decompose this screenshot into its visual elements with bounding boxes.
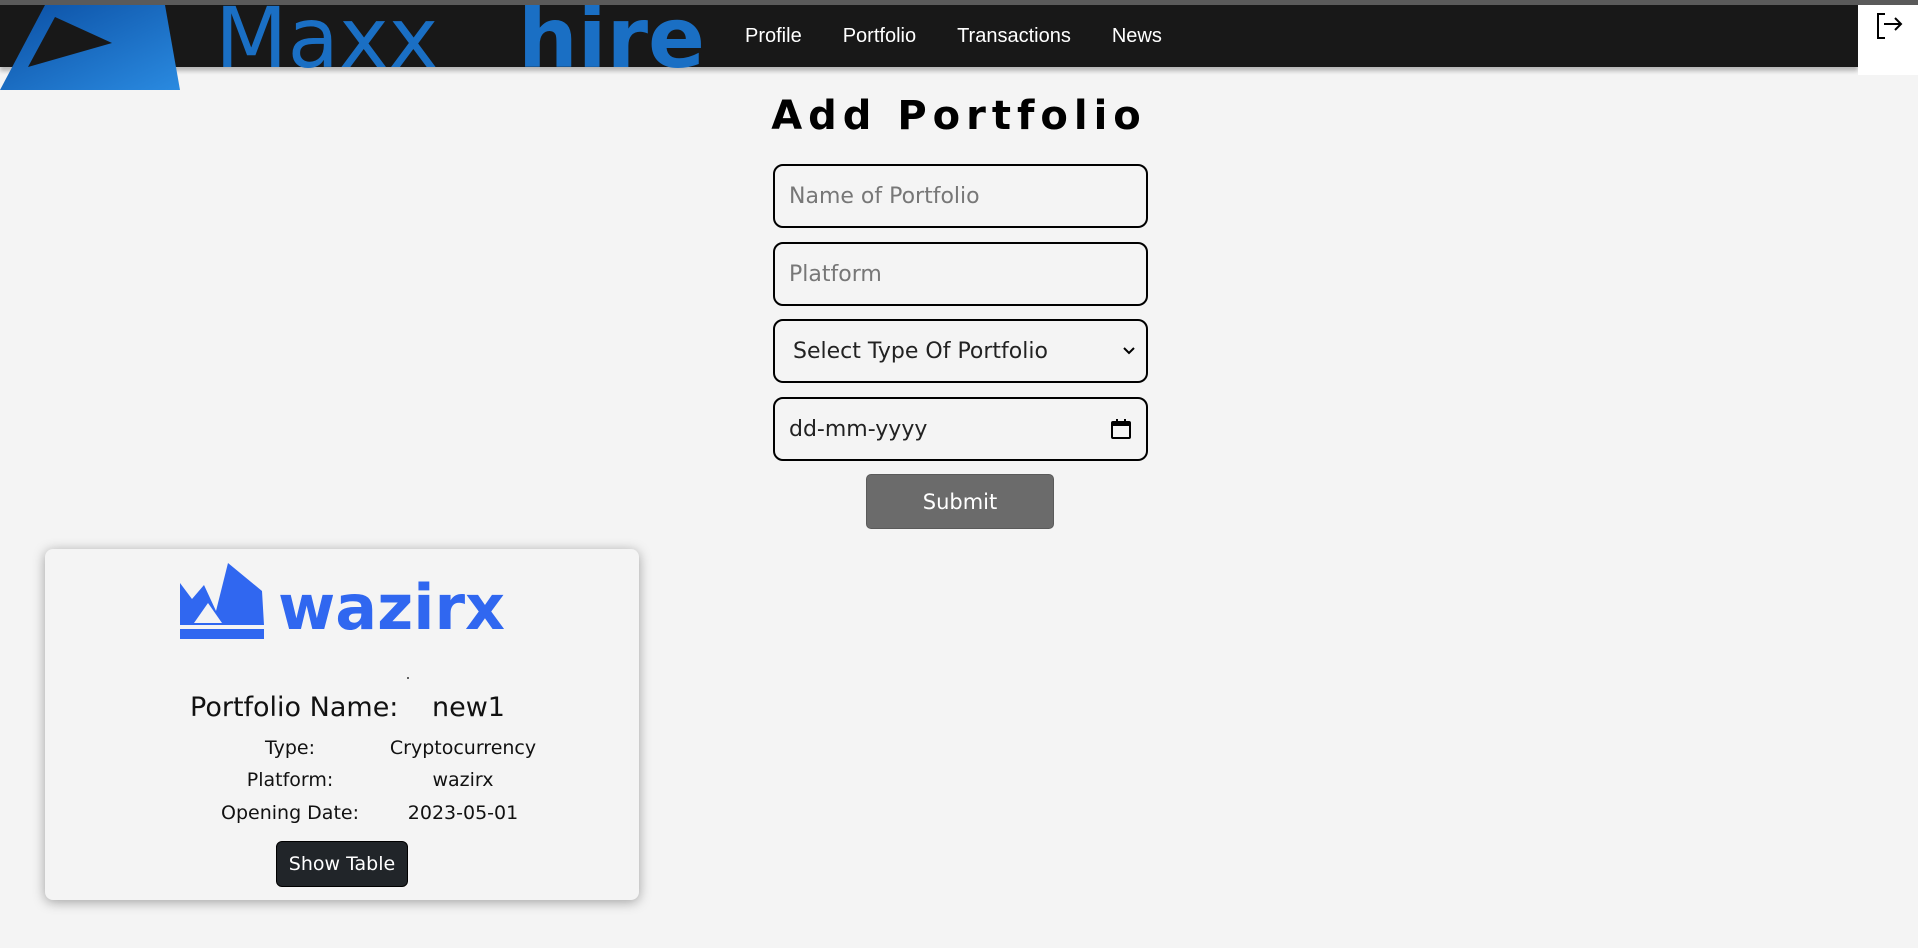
wazirx-crown-icon <box>180 563 264 625</box>
portfolio-name-label: Portfolio Name: <box>190 692 399 723</box>
wazirx-logo-text: wazirx <box>278 571 505 643</box>
nav-item-profile[interactable]: Profile <box>745 25 802 48</box>
calendar-icon[interactable] <box>1110 418 1132 440</box>
portfolio-name-input[interactable] <box>773 164 1148 228</box>
separator-dot <box>407 677 409 679</box>
type-label: Type: <box>264 737 316 759</box>
opening-date-value: 2023-05-01 <box>407 802 519 824</box>
date-placeholder: dd-mm-yyyy <box>789 416 928 442</box>
nav-item-portfolio[interactable]: Portfolio <box>843 25 916 48</box>
logout-icon <box>1877 13 1903 39</box>
brand-name-bold: hire <box>518 5 705 87</box>
nav-item-news[interactable]: News <box>1112 25 1162 48</box>
chevron-down-icon <box>1123 347 1135 355</box>
portfolio-type-selected-value: Select Type Of Portfolio <box>793 338 1048 364</box>
opening-date-label: Opening Date: <box>221 802 359 824</box>
submit-button[interactable]: Submit <box>866 474 1054 529</box>
nav-menu: Profile Portfolio Transactions News <box>745 5 1203 67</box>
page-title: Add Portfolio <box>771 93 1147 139</box>
brand-name-light: Maxx <box>215 5 438 87</box>
platform-input[interactable] <box>773 242 1148 306</box>
portfolio-name-value: new1 <box>432 692 505 723</box>
portfolio-card: wazirx Portfolio Name: new1 Type: Crypto… <box>45 549 639 900</box>
logout-button[interactable] <box>1858 5 1918 75</box>
opening-date-input[interactable]: dd-mm-yyyy <box>773 397 1148 461</box>
nav-item-transactions[interactable]: Transactions <box>957 25 1071 48</box>
portfolio-type-select[interactable]: Select Type Of Portfolio <box>773 319 1148 383</box>
maxxhire-logo[interactable]: Maxx hire <box>0 5 730 92</box>
platform-value: wazirx <box>432 769 494 791</box>
platform-label: Platform: <box>246 769 334 791</box>
show-table-button[interactable]: Show Table <box>276 841 408 887</box>
type-value: Cryptocurrency <box>389 737 537 759</box>
wazirx-logo: wazirx <box>178 563 518 647</box>
